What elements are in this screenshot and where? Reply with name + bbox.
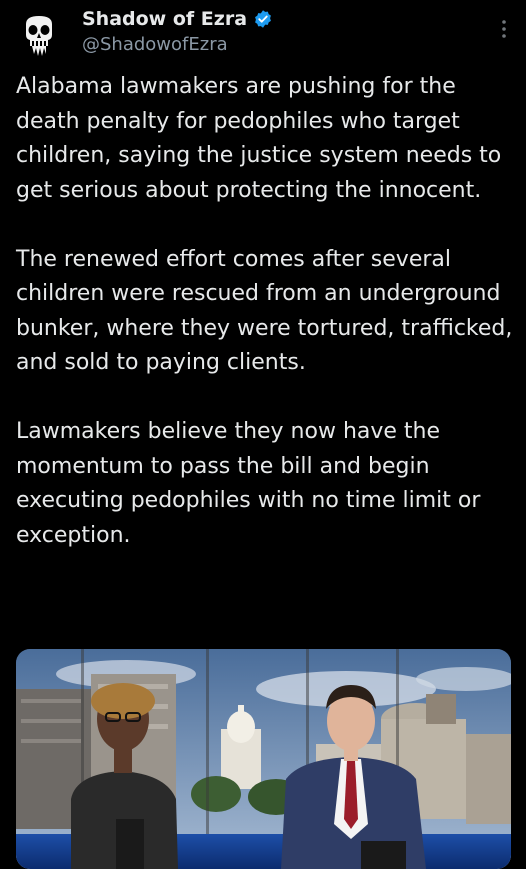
more-options-icon[interactable] (496, 18, 512, 40)
author-handle[interactable]: @ShadowofEzra (82, 34, 486, 55)
tweet-media-image[interactable] (16, 649, 511, 869)
verified-badge-icon (253, 9, 273, 29)
tweet-text: Alabama lawmakers are pushing for the de… (16, 70, 516, 553)
author-avatar[interactable] (12, 8, 66, 62)
tweet-paragraph-2: The renewed effort comes after several c… (16, 246, 513, 376)
skull-avatar-icon (12, 8, 66, 62)
author-display-name[interactable]: Shadow of Ezra (82, 8, 247, 30)
tweet-paragraph-1: Alabama lawmakers are pushing for the de… (16, 74, 502, 203)
tweet-paragraph-3: Lawmakers believe they now have the mome… (16, 419, 481, 548)
tweet: Shadow of Ezra @ShadowofEzra Alabama law… (0, 0, 526, 869)
author-name-row: Shadow of Ezra (82, 6, 486, 32)
author-block: Shadow of Ezra @ShadowofEzra (82, 6, 486, 55)
